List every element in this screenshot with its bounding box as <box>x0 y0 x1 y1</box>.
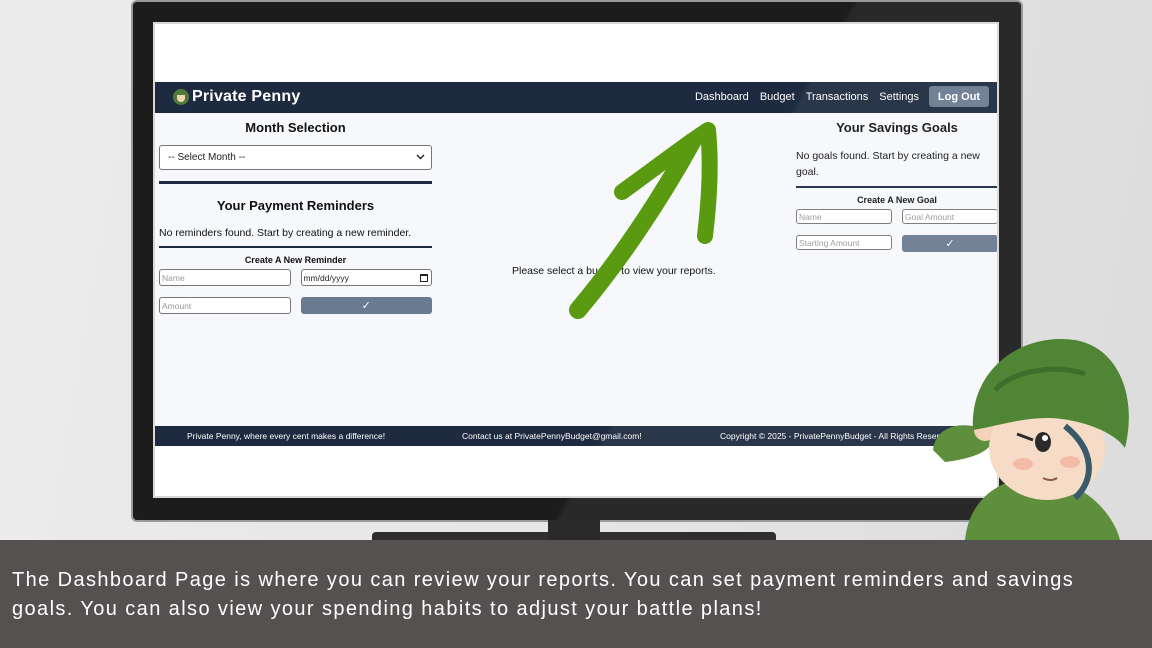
goal-name-input[interactable]: Name <box>796 209 892 224</box>
footer-copyright: Copyright © 2025 - PrivatePennyBudget - … <box>720 431 954 441</box>
reminder-date-input[interactable]: mm/dd/yyyy <box>300 269 432 286</box>
footer-contact[interactable]: Contact us at PrivatePennyBudget@gmail.c… <box>462 431 642 441</box>
caption-text: The Dashboard Page is where you can revi… <box>0 540 1152 648</box>
reminders-empty-text: No reminders found. Start by creating a … <box>159 227 412 239</box>
nav-budget[interactable]: Budget <box>760 91 795 103</box>
add-goal-button[interactable]: ✓ <box>902 235 997 252</box>
create-reminder-title: Create A New Reminder <box>244 255 347 265</box>
reminder-date-placeholder: mm/dd/yyyy <box>303 272 349 283</box>
goal-form-row-2: Starting Amount ✓ <box>796 235 997 252</box>
goals-divider <box>796 186 997 188</box>
reminders-title: Your Payment Reminders <box>216 198 375 213</box>
month-select[interactable]: -- Select Month -- <box>159 145 432 170</box>
starting-amount-input[interactable]: Starting Amount <box>796 235 892 250</box>
footer-tagline: Private Penny, where every cent makes a … <box>187 431 386 441</box>
month-select-value: -- Select Month -- <box>168 152 246 163</box>
reminder-name-input[interactable]: Name <box>159 269 291 286</box>
brand-name: Private Penny <box>192 88 301 105</box>
right-column: Your Savings Goals No goals found. Start… <box>796 120 997 252</box>
add-reminder-button[interactable]: ✓ <box>300 297 432 314</box>
navbar: Private Penny Dashboard Budget Transacti… <box>155 82 997 113</box>
monitor-stand-neck <box>548 520 600 542</box>
chevron-down-icon <box>416 152 425 163</box>
brand[interactable]: Private Penny <box>173 88 300 106</box>
calendar-icon[interactable] <box>420 273 428 282</box>
soldier-logo-icon <box>173 89 189 105</box>
savings-goals-title: Your Savings Goals <box>836 120 958 135</box>
goal-form-row-1: Name Goal Amount <box>796 209 997 224</box>
section-divider <box>159 181 432 184</box>
reminder-amount-input[interactable]: Amount <box>159 297 291 314</box>
reminders-divider <box>159 246 432 248</box>
goal-amount-input[interactable]: Goal Amount <box>902 209 997 224</box>
left-column: Month Selection -- Select Month -- Your … <box>159 120 432 314</box>
reminder-form-row-2: Amount ✓ <box>159 297 432 314</box>
nav-settings[interactable]: Settings <box>879 91 919 103</box>
goals-empty-text: No goals found. Start by creating a new … <box>796 150 980 178</box>
logout-button[interactable]: Log Out <box>929 86 989 107</box>
nav-links: Dashboard Budget Transactions Settings <box>695 91 919 103</box>
checkmark-icon: ✓ <box>945 238 955 250</box>
footer: Private Penny, where every cent makes a … <box>155 426 997 446</box>
create-goal-title: Create A New Goal <box>857 195 937 205</box>
nav-dashboard[interactable]: Dashboard <box>695 91 749 103</box>
month-selection-title: Month Selection <box>245 120 346 135</box>
checkmark-icon: ✓ <box>361 300 371 312</box>
reminder-form-row-1: Name mm/dd/yyyy <box>159 269 432 286</box>
soldier-mascot-icon <box>933 338 1129 540</box>
green-arrow-icon <box>569 122 718 319</box>
nav-transactions[interactable]: Transactions <box>806 91 869 103</box>
